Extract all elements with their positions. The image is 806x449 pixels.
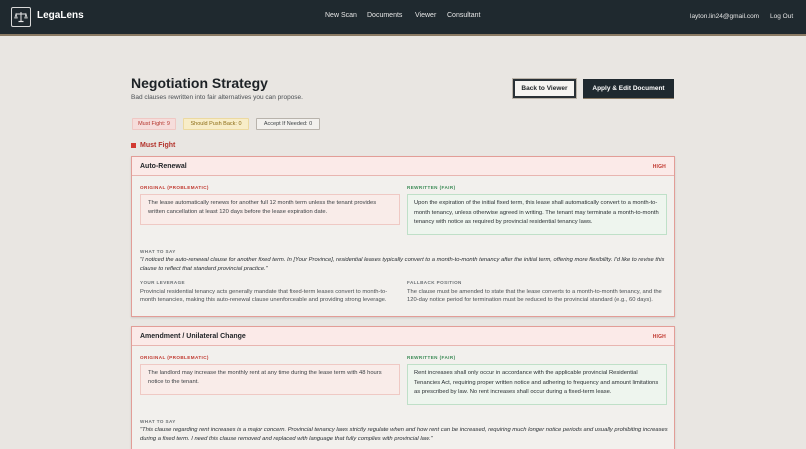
- original-label: ORIGINAL (PROBLEMATIC): [140, 355, 209, 360]
- leverage-text: Provincial residential tenancy acts gene…: [140, 289, 388, 304]
- top-navigation-bar: LegaLens New Scan Documents Viewer Consu…: [0, 0, 806, 36]
- accept-count-badge[interactable]: Accept If Needed: 0: [256, 118, 320, 130]
- apply-edit-document-button[interactable]: Apply & Edit Document: [583, 79, 674, 98]
- push-back-count-badge[interactable]: Should Push Back: 0: [183, 118, 249, 130]
- leverage-label: YOUR LEVERAGE: [140, 280, 186, 285]
- what-to-say-text: "This clause regarding rent increases is…: [140, 427, 668, 443]
- clause-title: Amendment / Unilateral Change: [140, 333, 246, 340]
- nav-viewer[interactable]: Viewer: [415, 12, 436, 19]
- original-clause-text: The landlord may increase the monthly re…: [140, 364, 400, 395]
- rewritten-clause-text: Upon the expiration of the initial fixed…: [407, 194, 667, 235]
- fallback-text: The clause must be amended to state that…: [407, 289, 662, 304]
- clause-title: Auto-Renewal: [140, 163, 187, 170]
- back-to-viewer-button[interactable]: Back to Viewer: [513, 79, 576, 98]
- rewritten-clause-text: Rent increases shall only occur in accor…: [407, 364, 667, 405]
- user-email: layton.lin24@gmail.com: [690, 13, 760, 20]
- clause-card-header: Auto-Renewal HIGH: [132, 157, 674, 176]
- clause-card-auto-renewal: Auto-Renewal HIGH ORIGINAL (PROBLEMATIC)…: [131, 156, 675, 317]
- severity-badge: HIGH: [652, 334, 666, 340]
- logout-link[interactable]: Log Out: [770, 13, 793, 20]
- nav-documents[interactable]: Documents: [367, 12, 402, 19]
- original-clause-text: The lease automatically renews for anoth…: [140, 194, 400, 225]
- what-to-say-label: WHAT TO SAY: [140, 419, 176, 424]
- severity-badge: HIGH: [652, 164, 666, 170]
- scales-logo-icon[interactable]: [11, 7, 31, 27]
- brand-name[interactable]: LegaLens: [37, 10, 84, 21]
- red-square-icon: [131, 143, 136, 148]
- must-fight-count-badge[interactable]: Must Fight: 9: [132, 118, 176, 130]
- nav-consultant[interactable]: Consultant: [447, 12, 480, 19]
- fallback-label: FALLBACK POSITION: [407, 280, 462, 285]
- rewritten-label: REWRITTEN (FAIR): [407, 355, 456, 360]
- section-label: Must Fight: [140, 142, 176, 149]
- clause-card-header: Amendment / Unilateral Change HIGH: [132, 327, 674, 346]
- nav-new-scan[interactable]: New Scan: [325, 12, 357, 19]
- original-label: ORIGINAL (PROBLEMATIC): [140, 185, 209, 190]
- rewritten-label: REWRITTEN (FAIR): [407, 185, 456, 190]
- what-to-say-text: "I noticed the auto-renewal clause for a…: [140, 257, 665, 273]
- what-to-say-label: WHAT TO SAY: [140, 249, 176, 254]
- page-subtitle: Bad clauses rewritten into fair alternat…: [131, 94, 303, 101]
- clause-card-amendment: Amendment / Unilateral Change HIGH ORIGI…: [131, 326, 675, 449]
- must-fight-section-heading: Must Fight: [131, 142, 175, 149]
- page-title: Negotiation Strategy: [131, 75, 268, 91]
